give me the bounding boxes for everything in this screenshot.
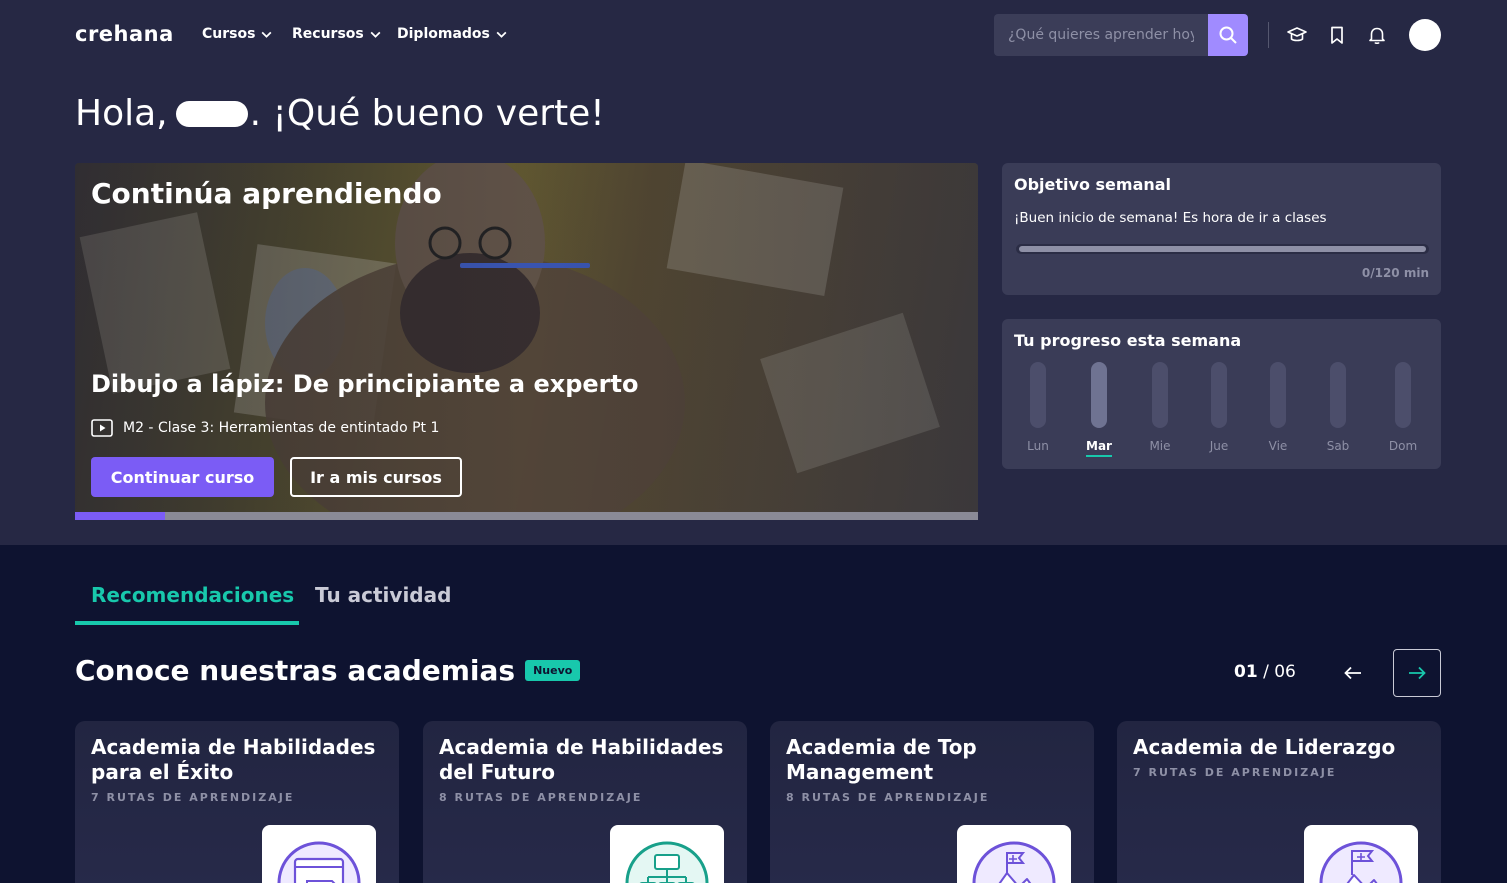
nav-menu-label: Cursos bbox=[202, 26, 256, 42]
academy-title: Academia de Habilidades del Futuro bbox=[439, 735, 724, 784]
nav-menu-label: Diplomados bbox=[397, 26, 490, 42]
weekday-label: Mie bbox=[1149, 439, 1171, 453]
weekly-goal-minutes: 0/120 min bbox=[1361, 266, 1429, 280]
academy-subtitle: 7 RUTAS DE APRENDIZAJE bbox=[91, 791, 295, 804]
weekday-bar bbox=[1091, 362, 1107, 428]
weekday-mar: Mar bbox=[1079, 362, 1119, 457]
leadership-flag-icon bbox=[1319, 841, 1403, 883]
chevron-down-icon bbox=[261, 31, 272, 38]
continue-learning-title: Continúa aprendiendo bbox=[91, 177, 442, 210]
pager-current: 01 bbox=[1234, 662, 1258, 682]
weekday-label: Dom bbox=[1388, 439, 1418, 453]
academy-title: Academia de Habilidades para el Éxito bbox=[91, 735, 376, 784]
weekday-vie: Vie bbox=[1258, 362, 1298, 453]
greeting-suffix: . ¡Qué bueno verte! bbox=[249, 93, 605, 134]
continue-course-button[interactable]: Continuar curso bbox=[91, 457, 274, 497]
academy-illustration bbox=[957, 825, 1071, 883]
current-lesson: M2 - Clase 3: Herramientas de entintado … bbox=[91, 419, 439, 437]
academies-section-title: Conoce nuestras academias Nuevo bbox=[75, 654, 581, 687]
play-video-icon bbox=[91, 419, 113, 437]
bell-icon[interactable] bbox=[1365, 23, 1389, 47]
weekday-mie: Mie bbox=[1140, 362, 1180, 453]
academy-subtitle: 7 RUTAS DE APRENDIZAJE bbox=[1133, 766, 1337, 779]
weekday-label: Lun bbox=[1027, 439, 1049, 453]
weekday-bar bbox=[1152, 362, 1168, 428]
weekday-dom: Dom bbox=[1383, 362, 1423, 453]
mountain-flag-icon bbox=[972, 841, 1056, 883]
weekday-bar bbox=[1030, 362, 1046, 428]
week-progress-card: Tu progreso esta semana Lun Mar Mie Jue Vie S… bbox=[1002, 319, 1441, 469]
weekday-lun: Lun bbox=[1018, 362, 1058, 453]
weekday-label: Mar bbox=[1086, 439, 1112, 457]
weekday-sab: Sab bbox=[1318, 362, 1358, 453]
user-avatar[interactable] bbox=[1409, 19, 1441, 51]
academy-card[interactable]: Academia de Top Management 8 RUTAS DE AP… bbox=[770, 721, 1094, 883]
org-chart-icon bbox=[625, 841, 709, 883]
arrow-right-icon bbox=[1409, 666, 1426, 680]
weekday-label: Jue bbox=[1209, 439, 1229, 453]
new-badge: Nuevo bbox=[525, 660, 581, 681]
nav-menu-cursos[interactable]: Cursos bbox=[202, 26, 273, 42]
academy-card[interactable]: Academia de Habilidades del Futuro 8 RUT… bbox=[423, 721, 747, 883]
weekly-goal-progress-bar bbox=[1016, 244, 1429, 254]
continue-learning-card: Continúa aprendiendo Dibujo a lápiz: De … bbox=[75, 163, 978, 520]
tab-tu-actividad[interactable]: Tu actividad bbox=[315, 583, 451, 607]
chevron-down-icon bbox=[496, 31, 507, 38]
weekday-label: Sab bbox=[1326, 439, 1350, 453]
chevron-down-icon bbox=[370, 31, 381, 38]
redacted-username bbox=[175, 100, 248, 127]
tab-recomendaciones[interactable]: Recomendaciones bbox=[91, 583, 294, 607]
crehana-logo[interactable]: crehana bbox=[75, 22, 174, 46]
weekday-bar bbox=[1270, 362, 1286, 428]
greeting-heading: Hola, . ¡Qué bueno verte! bbox=[75, 93, 605, 134]
weekly-goal-title: Objetivo semanal bbox=[1014, 175, 1172, 194]
weekly-goal-card: Objetivo semanal ¡Buen inicio de semana!… bbox=[1002, 163, 1441, 295]
nav-divider bbox=[1268, 22, 1269, 48]
weekday-label: Vie bbox=[1268, 439, 1288, 453]
nav-menu-diplomados[interactable]: Diplomados bbox=[397, 26, 508, 42]
weekly-goal-message: ¡Buen inicio de semana! Es hora de ir a … bbox=[1014, 210, 1327, 226]
weekly-goal-progress-track bbox=[1019, 246, 1426, 252]
weekday-bar bbox=[1395, 362, 1411, 428]
academy-title: Academia de Liderazgo bbox=[1133, 735, 1396, 759]
search-box bbox=[994, 14, 1248, 56]
pager-total: / 06 bbox=[1263, 662, 1296, 682]
weekday-jue: Jue bbox=[1199, 362, 1239, 453]
arrow-left-icon bbox=[1344, 666, 1361, 680]
nav-menu-recursos[interactable]: Recursos bbox=[292, 26, 382, 42]
course-progress-bar bbox=[75, 512, 978, 520]
my-courses-button[interactable]: Ir a mis cursos bbox=[290, 457, 462, 497]
search-input[interactable] bbox=[994, 14, 1208, 56]
search-icon bbox=[1219, 26, 1237, 44]
week-progress-title: Tu progreso esta semana bbox=[1014, 331, 1242, 350]
nav-menu-label: Recursos bbox=[292, 26, 364, 42]
academy-card[interactable]: Academia de Habilidades para el Éxito 7 … bbox=[75, 721, 399, 883]
academy-illustration bbox=[1304, 825, 1418, 883]
bookmark-icon[interactable] bbox=[1325, 23, 1349, 47]
greeting-hello: Hola, bbox=[75, 93, 168, 134]
carousel-pager: 01 / 06 bbox=[1234, 662, 1296, 682]
course-progress-fill bbox=[75, 512, 166, 520]
academies-heading: Conoce nuestras academias bbox=[75, 654, 516, 687]
lesson-label: M2 - Clase 3: Herramientas de entintado … bbox=[123, 420, 440, 436]
weekday-bar bbox=[1330, 362, 1346, 428]
academy-title: Academia de Top Management bbox=[786, 735, 977, 784]
active-tab-underline bbox=[75, 621, 299, 625]
search-button[interactable] bbox=[1208, 14, 1248, 56]
carousel-prev-button[interactable] bbox=[1336, 660, 1370, 686]
weekday-bar bbox=[1211, 362, 1227, 428]
academy-card[interactable]: Academia de Liderazgo 7 RUTAS DE APRENDI… bbox=[1117, 721, 1441, 883]
academy-illustration bbox=[262, 825, 376, 883]
course-title: Dibujo a lápiz: De principiante a expert… bbox=[91, 370, 639, 398]
academy-subtitle: 8 RUTAS DE APRENDIZAJE bbox=[439, 791, 643, 804]
carousel-next-button[interactable] bbox=[1393, 649, 1441, 697]
browser-tools-icon bbox=[277, 841, 361, 883]
graduation-cap-icon[interactable] bbox=[1285, 23, 1309, 47]
academy-subtitle: 8 RUTAS DE APRENDIZAJE bbox=[786, 791, 990, 804]
academy-illustration bbox=[610, 825, 724, 883]
